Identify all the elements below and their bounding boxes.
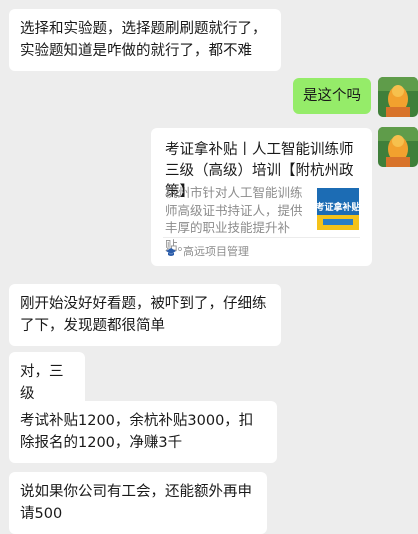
card-thumbnail: 考证拿补贴 — [317, 188, 359, 230]
mini-program-icon — [165, 246, 177, 258]
card-divider — [163, 237, 360, 238]
message-text: 考试补贴1200，余杭补贴3000，扣除报名的1200，净赚3千 — [20, 413, 254, 451]
message-bubble[interactable]: 选择和实验题，选择题刷刷题就行了，实验题知道是咋做的就行了，都不难 — [9, 9, 281, 71]
message-text: 刚开始没好好看题，被吓到了，仔细练了下，发现题都很简单 — [20, 296, 267, 334]
message-text: 选择和实验题，选择题刷刷题就行了，实验题知道是咋做的就行了，都不难 — [20, 21, 267, 59]
message-bubble[interactable]: 刚开始没好好看题，被吓到了，仔细练了下，发现题都很简单 — [9, 284, 281, 346]
message-bubble[interactable]: 考试补贴1200，余杭补贴3000，扣除报名的1200，净赚3千 — [9, 401, 277, 463]
message-text: 是这个吗 — [303, 88, 361, 104]
card-source-label: 高远项目管理 — [183, 245, 249, 258]
self-avatar[interactable] — [378, 77, 418, 117]
link-card[interactable]: 考证拿补贴丨人工智能训练师三级（高级）培训【附杭州政策】 杭州市针对人工智能训练… — [151, 128, 372, 266]
message-text: 对，三级 — [20, 364, 64, 402]
message-text: 说如果你公司有工会，还能额外再申请500 — [20, 484, 252, 522]
message-bubble-self[interactable]: 是这个吗 — [293, 78, 371, 114]
self-avatar[interactable] — [378, 127, 418, 167]
message-bubble[interactable]: 说如果你公司有工会，还能额外再申请500 — [9, 472, 267, 534]
thumbnail-caption: 考证拿补贴 — [317, 201, 359, 213]
card-source: 高远项目管理 — [165, 244, 249, 260]
